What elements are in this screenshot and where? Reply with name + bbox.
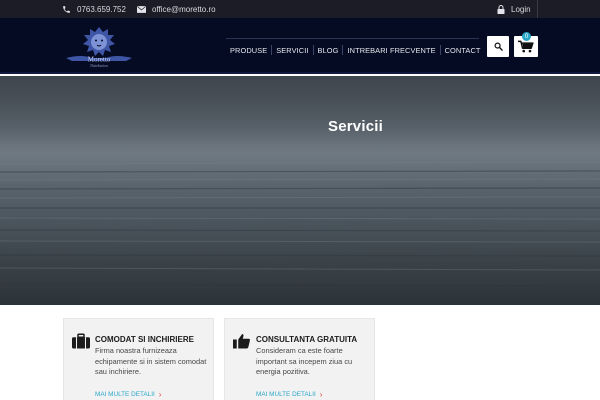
phone-number: 0763.659.752 — [77, 4, 126, 14]
nav-item-produse[interactable]: PRODUSE — [226, 46, 271, 55]
hero-banner: Servicii — [0, 76, 600, 305]
logo-subtext: Distribution — [90, 64, 108, 68]
lock-icon — [497, 4, 505, 14]
sea-background-image — [0, 76, 600, 305]
nav-item-blog[interactable]: BLOG — [314, 46, 343, 55]
service-title: COMODAT SI INCHIRIERE — [95, 335, 194, 344]
nav-item-contact[interactable]: CONTACT — [441, 46, 485, 55]
chevron-right-icon: › — [319, 389, 323, 399]
phone-contact[interactable]: 0763.659.752 — [62, 0, 126, 18]
envelope-icon — [137, 5, 146, 13]
search-button[interactable] — [487, 36, 509, 57]
cart-count-badge: 0 — [522, 32, 531, 41]
chevron-right-icon: › — [158, 389, 162, 399]
more-details-label: MAI MULTE DETALII — [256, 391, 316, 398]
service-description: Firma noastra furnizeaza echipamente si … — [95, 346, 207, 377]
nav-item-servicii[interactable]: SERVICII — [272, 46, 312, 55]
thumbs-up-icon — [233, 334, 250, 349]
lion-logo-icon[interactable]: Moretto Distribution — [62, 25, 136, 69]
login-label: Login — [511, 4, 531, 14]
phone-icon — [63, 5, 70, 13]
shopping-cart-icon — [518, 40, 534, 53]
briefcase-icon — [72, 333, 90, 349]
service-description: Consideram ca este foarte important sa i… — [256, 346, 353, 377]
email-contact[interactable]: office@moretto.ro — [137, 0, 216, 18]
site-header: Moretto Distribution PRODUSE SERVICII BL… — [0, 18, 600, 74]
logo-text: Moretto — [88, 56, 111, 64]
main-navigation: PRODUSE SERVICII BLOG INTREBARI FRECVENT… — [226, 39, 485, 61]
service-card-consultanta: CONSULTANTA GRATUITA Consideram ca este … — [224, 318, 375, 400]
more-details-label: MAI MULTE DETALII — [95, 391, 155, 398]
top-contact-bar: 0763.659.752 office@moretto.ro Login — [0, 0, 600, 18]
services-section: COMODAT SI INCHIRIERE Firma noastra furn… — [0, 305, 600, 400]
more-details-link[interactable]: MAI MULTE DETALII › — [95, 389, 162, 399]
search-icon — [494, 42, 503, 51]
service-card-comodat: COMODAT SI INCHIRIERE Firma noastra furn… — [63, 318, 214, 400]
email-address: office@moretto.ro — [152, 4, 216, 14]
page-title: Servicii — [328, 118, 383, 135]
login-link[interactable]: Login — [497, 0, 531, 18]
more-details-link[interactable]: MAI MULTE DETALII › — [256, 389, 323, 399]
nav-item-intrebari-frecvente[interactable]: INTREBARI FRECVENTE — [343, 46, 439, 55]
service-title: CONSULTANTA GRATUITA — [256, 335, 358, 344]
topbar-divider — [537, 0, 538, 18]
